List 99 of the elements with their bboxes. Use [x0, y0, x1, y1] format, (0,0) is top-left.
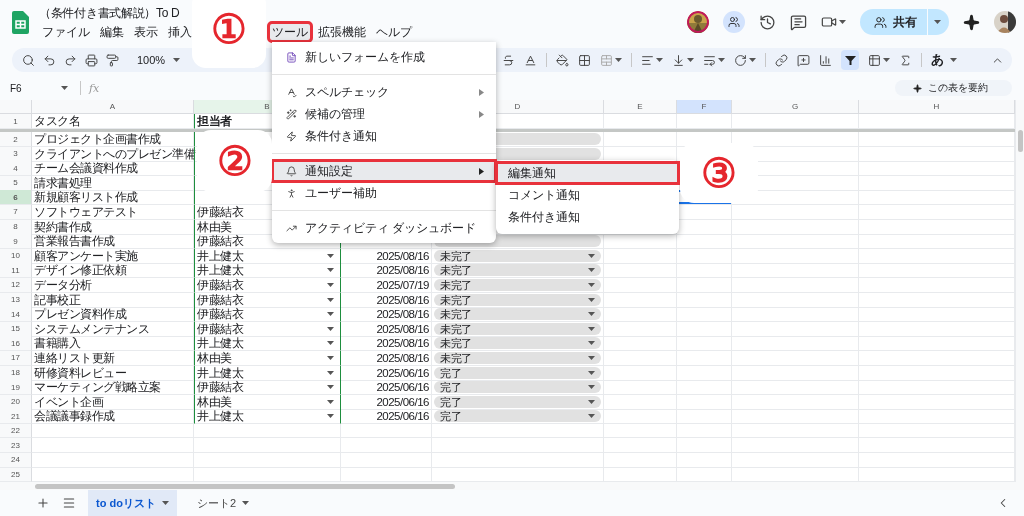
- row-number[interactable]: 24: [0, 453, 32, 468]
- row-number[interactable]: 11: [0, 263, 32, 279]
- step-number: ①: [211, 9, 247, 49]
- table-cell: データ分析: [32, 277, 194, 293]
- row-number[interactable]: 4: [0, 161, 32, 177]
- share-button[interactable]: 共有: [860, 9, 927, 35]
- status-dropdown[interactable]: 完了: [434, 395, 601, 408]
- dropdown-cell[interactable]: 伊藤結衣: [194, 380, 341, 396]
- summarize-button[interactable]: この表を要約: [895, 80, 1012, 96]
- sheet-tab[interactable]: to doリスト: [88, 490, 177, 516]
- status-dropdown[interactable]: 未完了: [434, 308, 601, 321]
- row-number[interactable]: 9: [0, 234, 32, 250]
- status-dropdown[interactable]: 完了: [434, 381, 601, 394]
- dropdown-cell[interactable]: 伊藤結衣: [194, 277, 341, 293]
- table-cell: 新規顧客リスト作成: [32, 190, 194, 206]
- sheet-tab[interactable]: シート2: [188, 490, 257, 516]
- table-cell: チーム会議資料作成: [32, 161, 194, 177]
- table-cell: 2025/08/16: [341, 248, 432, 264]
- table-cell: 2025/08/16: [341, 292, 432, 308]
- row-number[interactable]: 2: [0, 132, 32, 147]
- dropdown-cell[interactable]: 林由美: [194, 394, 341, 410]
- menu-item[interactable]: 通知設定: [272, 160, 496, 182]
- menu-item[interactable]: 編集: [97, 22, 127, 41]
- menu-item[interactable]: 条件付き通知: [496, 206, 679, 228]
- column-header[interactable]: F: [677, 100, 732, 114]
- dropdown-cell[interactable]: 井上健太: [194, 248, 341, 264]
- dropdown-cell[interactable]: 井上健太: [194, 336, 341, 352]
- table-cell: 2025/06/16: [341, 380, 432, 396]
- dropdown-cell[interactable]: 伊藤結衣: [194, 307, 341, 323]
- table-cell: 2025/08/16: [341, 336, 432, 352]
- table-cell: 記事校正: [32, 292, 194, 308]
- fx-label: fx: [89, 81, 100, 95]
- row-number[interactable]: 21: [0, 409, 32, 425]
- table-cell: ソフトウェアテスト: [32, 204, 194, 220]
- row-number[interactable]: 19: [0, 380, 32, 396]
- column-header[interactable]: G: [732, 100, 859, 114]
- step-number: ②: [216, 141, 253, 181]
- row-number[interactable]: 1: [0, 114, 32, 129]
- table-cell: マーケティング戦略立案: [32, 380, 194, 396]
- menu-item[interactable]: ヘルプ: [373, 22, 415, 41]
- dropdown-cell[interactable]: 井上健太: [194, 365, 341, 381]
- table-cell: 2025/06/16: [341, 365, 432, 381]
- column-header[interactable]: E: [604, 100, 677, 114]
- menu-item[interactable]: ユーザー補助: [272, 182, 496, 204]
- table-cell: プレゼン資料作成: [32, 307, 194, 323]
- column-header[interactable]: A: [32, 100, 194, 114]
- table-cell: 顧客アンケート実施: [32, 248, 194, 264]
- table-cell: 2025/08/16: [341, 321, 432, 337]
- step-number: ③: [701, 153, 737, 193]
- menu-item[interactable]: 表示: [131, 22, 161, 41]
- table-cell: デザイン修正依頼: [32, 263, 194, 279]
- table-cell: 連絡リスト更新: [32, 350, 194, 366]
- row-number[interactable]: 6: [0, 190, 32, 206]
- dropdown-cell[interactable]: 伊藤結衣: [194, 321, 341, 337]
- dropdown-cell[interactable]: 井上健太: [194, 263, 341, 279]
- status-dropdown[interactable]: 未完了: [434, 249, 601, 262]
- menu-item[interactable]: 編集通知: [496, 162, 679, 184]
- table-cell: 研修資料レビュー: [32, 365, 194, 381]
- table-cell: 2025/06/16: [341, 394, 432, 410]
- table-cell: タスク名: [32, 114, 194, 129]
- menu-item[interactable]: ファイル: [39, 22, 93, 41]
- document-title[interactable]: （条件付き書式解説）To D: [39, 3, 180, 22]
- table-cell: 書籍購入: [32, 336, 194, 352]
- status-dropdown[interactable]: 未完了: [434, 351, 601, 364]
- column-header[interactable]: H: [859, 100, 1015, 114]
- menu-item[interactable]: 新しいフォームを作成: [272, 46, 496, 68]
- status-dropdown[interactable]: 未完了: [434, 278, 601, 291]
- table-cell: 2025/06/16: [341, 409, 432, 425]
- table-cell: 2025/08/16: [341, 263, 432, 279]
- status-dropdown[interactable]: 未完了: [434, 264, 601, 277]
- table-cell: 2025/08/16: [341, 307, 432, 323]
- menu-item[interactable]: 挿入: [165, 22, 195, 41]
- table-cell: プロジェクト企画書作成: [32, 132, 194, 147]
- table-cell: システムメンテナンス: [32, 321, 194, 337]
- menu-item[interactable]: ツール: [269, 22, 311, 41]
- menu-item[interactable]: 拡張機能: [315, 22, 369, 41]
- menu-item[interactable]: スペルチェック: [272, 81, 496, 103]
- row-number[interactable]: 14: [0, 307, 32, 323]
- table-cell: 会議議事録作成: [32, 409, 194, 425]
- dropdown-cell[interactable]: 井上健太: [194, 409, 341, 425]
- menu-item[interactable]: コメント通知: [496, 184, 679, 206]
- status-dropdown[interactable]: 未完了: [434, 322, 601, 335]
- dropdown-cell[interactable]: 林由美: [194, 350, 341, 366]
- table-cell: 契約書作成: [32, 219, 194, 235]
- table-cell: 2025/08/16: [341, 350, 432, 366]
- table-cell: 請求書処理: [32, 175, 194, 191]
- input-tools-button[interactable]: あ: [931, 50, 957, 70]
- dropdown-cell[interactable]: 伊藤結衣: [194, 292, 341, 308]
- status-dropdown[interactable]: 完了: [434, 366, 601, 379]
- zoom-dropdown[interactable]: 100%: [137, 50, 181, 70]
- row-number[interactable]: 23: [0, 438, 32, 454]
- table-cell: 営業報告書作成: [32, 234, 194, 250]
- status-dropdown[interactable]: 未完了: [434, 293, 601, 306]
- name-box[interactable]: F6: [10, 82, 72, 94]
- status-dropdown[interactable]: 未完了: [434, 337, 601, 350]
- row-number[interactable]: 16: [0, 336, 32, 352]
- table-cell: 2025/07/19: [341, 277, 432, 293]
- status-dropdown[interactable]: 完了: [434, 410, 601, 423]
- table-cell: イベント企画: [32, 394, 194, 410]
